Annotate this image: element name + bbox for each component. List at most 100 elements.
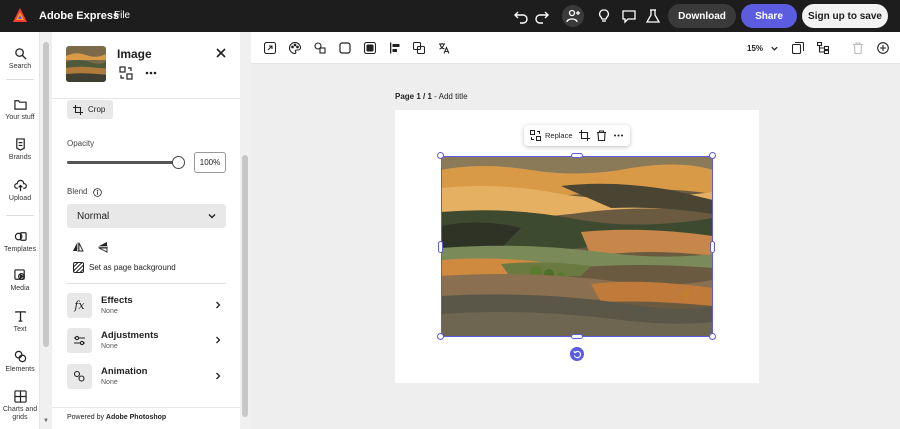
more-options-icon[interactable] [613,130,624,141]
templates-icon [14,232,27,241]
animation-value: None [101,379,118,386]
app-name[interactable]: Adobe Express [39,10,119,22]
rail-scrollbar-thumb[interactable] [43,42,49,347]
add-page-icon[interactable] [877,42,889,54]
info-icon[interactable] [93,188,102,197]
replace-image-icon[interactable] [119,66,133,80]
more-options-icon[interactable] [144,66,158,80]
set-as-page-background-button[interactable]: Set as page background [73,262,176,273]
blend-mode-dropdown[interactable]: Normal [67,204,226,228]
resize-handle-bottom-right[interactable] [709,333,716,340]
crop-icon[interactable] [579,130,590,141]
undo-icon[interactable] [511,6,531,26]
effects-value: None [101,308,118,315]
resize-handle-top-left[interactable] [437,152,444,159]
resize-handle-top[interactable] [571,153,583,158]
scroll-down-arrow-icon[interactable]: ▼ [43,418,49,424]
powered-by-brand: Adobe Photoshop [105,414,167,421]
add-user-icon[interactable] [562,5,584,27]
adjustments-value: None [101,343,118,350]
share-button[interactable]: Share [741,4,797,28]
rail-label: Templates [4,246,36,253]
page-title-separator: - [434,92,437,101]
redo-icon[interactable] [532,6,552,26]
search-icon [14,48,27,60]
opacity-slider-thumb[interactable] [172,156,185,169]
chevron-right-icon [216,301,221,309]
rail-item-media[interactable]: Media [0,269,40,293]
pages-icon[interactable] [792,42,804,54]
animation-icon [67,364,92,389]
chevron-down-icon [208,214,216,219]
rail-item-your-stuff[interactable]: Your stuff [0,98,40,122]
rotate-handle-icon[interactable] [570,347,584,361]
powered-by-footer: Powered by Adobe Photoshop [52,407,240,429]
close-panel-icon[interactable] [214,46,228,60]
zoom-level[interactable]: 15% [747,44,763,53]
floating-action-bar: Replace [524,125,630,146]
color-palette-icon[interactable] [289,42,301,54]
rail-item-text[interactable]: Text [0,310,40,334]
image-thumbnail [66,46,106,82]
chevron-right-icon [216,372,221,380]
text-icon [14,311,26,322]
zoom-chevron-down-icon[interactable] [770,44,779,53]
charts-icon [13,390,27,403]
rail-item-brands[interactable]: Brands [0,138,40,162]
resize-handle-bottom[interactable] [571,334,583,339]
resize-icon[interactable] [264,42,276,54]
panel-divider [67,283,226,284]
align-icon[interactable] [389,42,401,54]
download-button[interactable]: Download [668,4,736,28]
hierarchy-icon[interactable] [817,42,829,54]
selected-photo[interactable] [441,156,713,337]
sign-up-button[interactable]: Sign up to save [802,4,888,28]
rail-divider [6,215,34,216]
panel-scrollbar-thumb[interactable] [242,155,248,417]
resize-handle-right[interactable] [710,241,715,253]
sliders-icon [67,328,92,353]
animation-row[interactable]: Animation None [67,364,229,390]
rail-item-templates[interactable]: Templates [0,230,40,254]
rail-item-elements[interactable]: Elements [0,350,40,374]
adobe-express-logo-icon[interactable] [12,7,28,23]
replace-button[interactable]: Replace [545,131,573,140]
comment-icon[interactable] [619,6,639,26]
shapes-icon[interactable] [314,42,326,54]
resize-handle-top-right[interactable] [709,152,716,159]
square-icon[interactable] [339,42,351,54]
border-icon[interactable] [364,42,376,54]
image-properties-panel: Image Crop Opacity 100% Blend Normal Set… [52,32,240,429]
page-label: Page 1 / 1 - Add title [395,92,468,101]
opacity-value-field[interactable]: 100% [194,152,226,173]
panel-title: Image [117,47,152,61]
file-menu[interactable]: File [114,10,130,21]
set-as-page-background-label: Set as page background [89,263,176,272]
layers-icon[interactable] [413,42,425,54]
resize-handle-left[interactable] [438,241,443,253]
crop-button[interactable]: Crop [67,100,113,119]
flask-icon[interactable] [643,6,663,26]
lightbulb-icon[interactable] [594,6,614,26]
flip-vertical-icon[interactable] [97,241,109,253]
effects-title: Effects [101,295,133,306]
animation-title: Animation [101,366,148,377]
elements-icon [14,350,26,363]
resize-handle-bottom-left[interactable] [437,333,444,340]
rail-item-search[interactable]: Search [0,47,40,71]
opacity-label: Opacity [67,139,95,148]
translate-icon[interactable] [438,42,450,54]
rail-item-upload[interactable]: Upload [0,179,40,203]
delete-icon[interactable] [596,130,607,141]
add-title-link[interactable]: Add title [439,92,468,101]
flip-horizontal-icon[interactable] [72,241,84,253]
rail-label: Media [10,285,30,292]
rail-label: Charts and grids [2,406,38,421]
rail-label: Upload [8,195,32,202]
rail-item-charts-and-grids[interactable]: Charts and grids [0,390,40,422]
adjustments-row[interactable]: Adjustments None [67,328,229,354]
opacity-slider-track[interactable] [67,161,177,164]
replace-icon[interactable] [530,130,541,141]
effects-row[interactable]: fx Effects None [67,293,229,319]
delete-icon[interactable] [852,42,864,54]
